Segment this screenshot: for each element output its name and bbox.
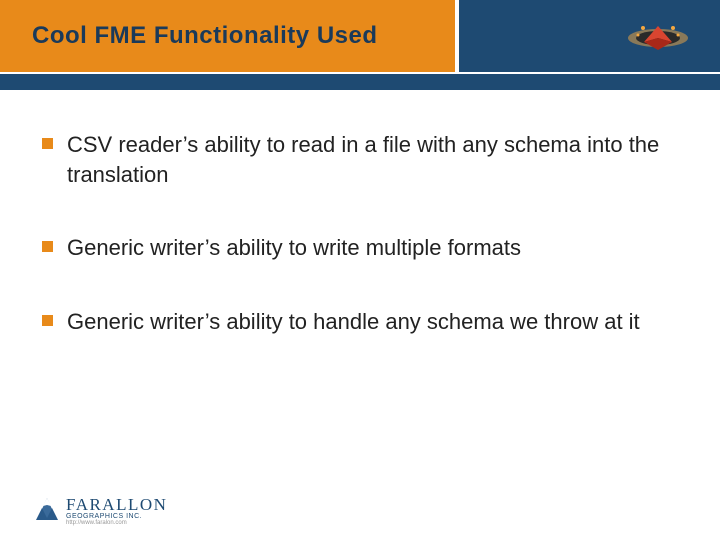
bullet-text: CSV reader’s ability to read in a file w… <box>67 130 672 189</box>
bullet-item: CSV reader’s ability to read in a file w… <box>42 130 672 189</box>
bullet-text: Generic writer’s ability to handle any s… <box>67 307 640 337</box>
fme-logo <box>624 18 692 63</box>
bullet-item: Generic writer’s ability to handle any s… <box>42 307 672 337</box>
mountain-icon <box>34 496 60 526</box>
footer-company-name: FARALLON <box>66 495 167 515</box>
footer-company-logo: FARALLON GEOGRAPHICS INC. http://www.far… <box>34 495 167 526</box>
bullet-text: Generic writer’s ability to write multip… <box>67 233 521 263</box>
dark-band <box>0 74 720 90</box>
bullet-marker-icon <box>42 241 53 252</box>
footer-company-url: http://www.faralon.com <box>66 520 167 526</box>
bullet-item: Generic writer’s ability to write multip… <box>42 233 672 263</box>
bullet-marker-icon <box>42 315 53 326</box>
bullet-marker-icon <box>42 138 53 149</box>
slide-title: Cool FME Functionality Used <box>32 22 378 50</box>
content-area: CSV reader’s ability to read in a file w… <box>42 130 672 381</box>
